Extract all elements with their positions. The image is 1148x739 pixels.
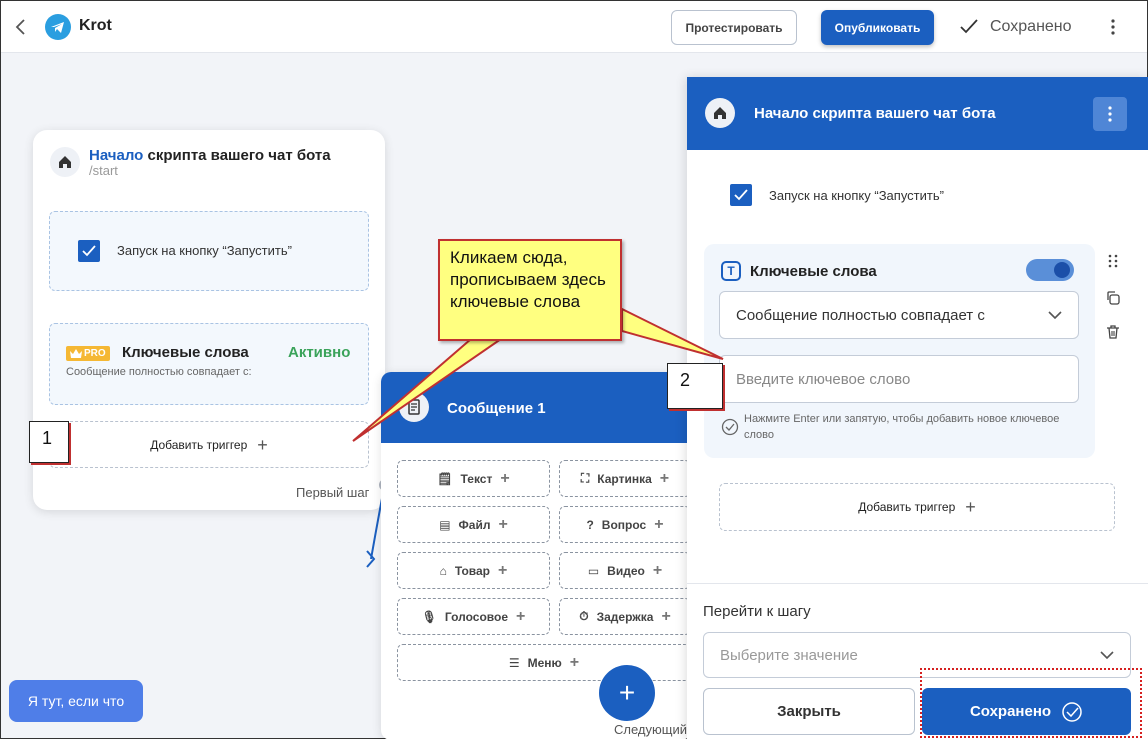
annotation-marker-2: 2 bbox=[667, 363, 723, 409]
annotation-arrows bbox=[352, 307, 724, 442]
annotation-marker-1: 1 bbox=[29, 421, 69, 463]
annotation-callout: Кликаем сюда, прописываем здесь ключевые… bbox=[438, 239, 622, 341]
